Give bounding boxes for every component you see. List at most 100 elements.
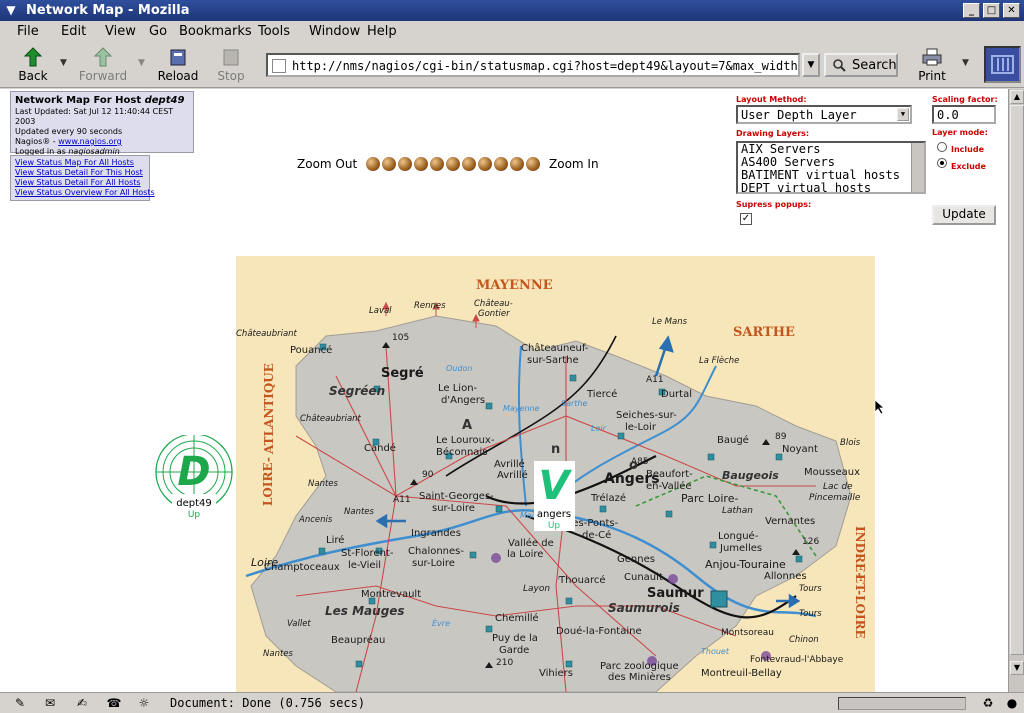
scroll-up-icon[interactable]: ▲: [1010, 90, 1024, 104]
layer-item[interactable]: DEPT virtual hosts: [741, 182, 921, 193]
menu-help[interactable]: Help: [367, 24, 397, 39]
menu-file[interactable]: File: [17, 24, 39, 39]
menu-go[interactable]: Go: [149, 24, 167, 39]
map-city: Fontevraud-l'Abbaye: [750, 655, 844, 665]
layout-method-select[interactable]: User Depth Layer ▼: [736, 105, 912, 124]
reload-button[interactable]: Reload: [151, 45, 205, 85]
security-lock-icon[interactable]: ♻: [978, 696, 998, 711]
zoom-level-button[interactable]: [526, 157, 540, 171]
irc-chat-icon[interactable]: ☼: [134, 696, 154, 711]
window-menu-icon[interactable]: ▼: [3, 3, 19, 18]
map-city: Vernantes: [765, 516, 815, 527]
scroll-thumb[interactable]: [1010, 105, 1024, 655]
host-dept49-status: Up: [188, 510, 201, 520]
print-label: Print: [918, 69, 946, 83]
map-city: 89: [775, 432, 787, 442]
zoom-level-button[interactable]: [478, 157, 492, 171]
host-dept49-name: dept49: [176, 498, 212, 509]
zoom-level-button[interactable]: [398, 157, 412, 171]
forward-button[interactable]: Forward: [76, 45, 130, 85]
map-city: le-Loir: [625, 422, 657, 433]
link-status-detail-host[interactable]: View Status Detail For This Host: [15, 168, 145, 178]
link-status-detail-all[interactable]: View Status Detail For All Hosts: [15, 178, 145, 188]
back-arrow-icon: [23, 47, 43, 67]
page-scrollbar[interactable]: ▲ ▼: [1008, 89, 1024, 692]
map-city: de-Cé: [582, 529, 611, 541]
scaling-factor-value: 0.0: [937, 108, 959, 122]
drawing-layers-list[interactable]: AIX Servers AS400 Servers BATIMENT virtu…: [736, 141, 926, 194]
scroll-down-icon[interactable]: ▼: [1010, 661, 1024, 675]
menu-edit[interactable]: Edit: [61, 24, 86, 39]
zoom-level-button[interactable]: [494, 157, 508, 171]
include-radio[interactable]: [937, 142, 947, 152]
navigator-icon[interactable]: ✎: [10, 696, 30, 711]
menu-tools[interactable]: Tools: [258, 24, 290, 39]
back-history-dropdown-icon[interactable]: ▼: [60, 58, 67, 68]
layers-scrollbar[interactable]: [911, 143, 924, 192]
zoom-out-label: Zoom Out: [297, 157, 358, 171]
exclude-radio[interactable]: [937, 158, 947, 168]
print-button[interactable]: Print: [905, 45, 959, 85]
zoom-level-button[interactable]: [510, 157, 524, 171]
map-city: Le Lion-: [438, 383, 478, 394]
nagios-link[interactable]: www.nagios.org: [58, 137, 121, 146]
suppress-popups-checkbox[interactable]: ✓: [740, 213, 752, 225]
mail-icon[interactable]: ✉: [40, 696, 60, 711]
map-city: Layon: [523, 584, 550, 594]
last-updated: Last Updated: Sat Jul 12 11:40:44 CEST 2…: [15, 107, 174, 126]
page-icon: [272, 59, 286, 73]
back-button[interactable]: Back: [6, 45, 60, 85]
map-label-loire-atlantique-2: ATLANTIQUE: [262, 363, 276, 455]
zoom-level-button[interactable]: [366, 157, 380, 171]
print-dropdown-icon[interactable]: ▼: [962, 58, 969, 68]
link-status-overview-all[interactable]: View Status Overview For All Hosts: [15, 188, 155, 198]
menu-window[interactable]: Window: [309, 24, 360, 39]
map-city: Allonnes: [764, 571, 807, 582]
stop-button[interactable]: Stop: [204, 45, 258, 85]
zoom-level-button[interactable]: [446, 157, 460, 171]
map-river: Oudon: [446, 364, 472, 373]
info-header-host: dept49: [144, 95, 185, 106]
update-button[interactable]: Update: [932, 205, 996, 225]
composer-icon[interactable]: ✍: [72, 696, 92, 711]
online-status-icon[interactable]: ●: [1002, 696, 1022, 711]
address-book-icon[interactable]: ☎: [104, 696, 124, 711]
map-city: Nantes: [344, 507, 375, 517]
mozilla-throbber-icon[interactable]: [984, 46, 1021, 83]
url-input[interactable]: http://nms/nagios/cgi-bin/statusmap.cgi?…: [266, 53, 800, 77]
map-city: d'Angers: [441, 395, 485, 406]
forward-history-dropdown-icon[interactable]: ▼: [138, 58, 145, 68]
map-city: Thouarcé: [558, 574, 606, 586]
map-city: Chalonnes-: [408, 546, 464, 557]
scaling-factor-input[interactable]: 0.0: [932, 105, 996, 124]
map-city: Garde: [499, 645, 529, 656]
info-header: Network Map For Host dept49: [15, 95, 189, 107]
zoom-level-button[interactable]: [382, 157, 396, 171]
map-city: Liré: [326, 534, 344, 546]
map-label-indre-1: INDRE-: [853, 526, 867, 577]
map-city: 105: [392, 333, 409, 343]
zoom-level-button[interactable]: [414, 157, 428, 171]
menu-view[interactable]: View: [105, 24, 136, 39]
host-node-angers[interactable]: V angers Up: [532, 459, 577, 534]
map-city: Le Mans: [652, 317, 688, 327]
map-city: 210: [496, 658, 513, 668]
host-node-dept49[interactable]: D dept49 Up: [154, 433, 234, 525]
map-city: Seiches-sur-: [616, 410, 677, 421]
zoom-level-button[interactable]: [430, 157, 444, 171]
map-city: Durtal: [661, 389, 692, 400]
map-city: sur-Loire: [432, 503, 475, 514]
close-icon[interactable]: ✕: [1003, 3, 1020, 18]
menu-bookmarks[interactable]: Bookmarks: [179, 24, 252, 39]
page-content: Network Map For Host dept49 Last Updated…: [0, 89, 1008, 692]
zoom-level-button[interactable]: [462, 157, 476, 171]
search-button[interactable]: Search: [824, 53, 898, 77]
minimize-icon[interactable]: _: [963, 3, 980, 18]
url-history-dropdown-icon[interactable]: ▼: [802, 53, 820, 77]
mouse-cursor-icon: [874, 399, 886, 415]
drawing-layers-label: Drawing Layers:: [736, 129, 810, 138]
nagios-credit: Nagios® - www.nagios.org: [15, 137, 189, 147]
maximize-icon[interactable]: □: [983, 3, 1000, 18]
map-city: Les Mauges: [325, 604, 405, 618]
link-status-map-all[interactable]: View Status Map For All Hosts: [15, 158, 145, 168]
